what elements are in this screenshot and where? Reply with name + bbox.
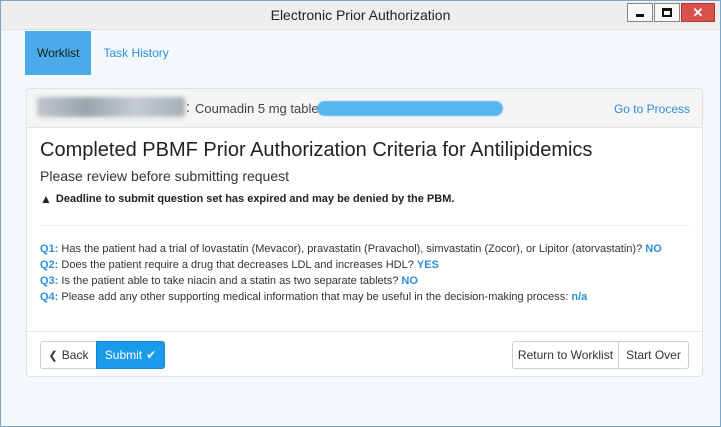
window-controls: ✕ bbox=[627, 3, 715, 22]
return-to-worklist-button[interactable]: Return to Worklist bbox=[512, 341, 619, 369]
question-list: Q1: Has the patient had a trial of lovas… bbox=[40, 241, 694, 305]
submit-label: Submit bbox=[104, 348, 143, 362]
close-icon: ✕ bbox=[692, 5, 704, 20]
question-text: Is the patient able to take niacin and a… bbox=[61, 275, 399, 287]
question-answer: NO bbox=[645, 243, 662, 255]
tab-worklist[interactable]: Worklist bbox=[25, 31, 92, 75]
question-item: Q2: Does the patient require a drug that… bbox=[40, 257, 694, 273]
chevron-left-icon: ❮ bbox=[48, 349, 58, 362]
question-item: Q4: Please add any other supporting medi… bbox=[40, 289, 694, 305]
question-number: Q3: bbox=[40, 275, 59, 287]
prescription-id-badge-redacted bbox=[317, 101, 503, 116]
warning-text: Deadline to submit question set has expi… bbox=[55, 193, 455, 205]
drug-name: Coumadin 5 mg tablet bbox=[195, 101, 323, 116]
question-answer: n/a bbox=[571, 291, 588, 303]
separator: : bbox=[186, 99, 191, 116]
question-text: Does the patient require a drug that dec… bbox=[61, 259, 414, 271]
question-number: Q4: bbox=[40, 291, 59, 303]
checkmark-icon: ✔ bbox=[146, 348, 157, 362]
question-number: Q2: bbox=[40, 259, 59, 271]
question-text: Please add any other supporting medical … bbox=[61, 291, 569, 303]
window-title: Electronic Prior Authorization bbox=[270, 7, 451, 23]
title-bar: Electronic Prior Authorization ✕ bbox=[1, 1, 720, 30]
maximize-icon bbox=[662, 8, 672, 17]
back-button[interactable]: ❮ Back bbox=[40, 341, 97, 369]
app-window: Electronic Prior Authorization ✕ Worklis… bbox=[0, 0, 721, 427]
tab-task-history[interactable]: Task History bbox=[91, 31, 180, 75]
question-number: Q1: bbox=[40, 243, 59, 255]
page-title: Completed PBMF Prior Authorization Crite… bbox=[40, 139, 593, 161]
question-answer: YES bbox=[416, 259, 439, 271]
review-panel: : Coumadin 5 mg tablet Go to Process Com… bbox=[26, 88, 703, 377]
minimize-icon bbox=[636, 14, 644, 17]
question-answer: NO bbox=[401, 275, 418, 287]
start-over-button[interactable]: Start Over bbox=[618, 341, 689, 369]
page-subtitle: Please review before submitting request bbox=[40, 168, 290, 184]
patient-name-redacted bbox=[37, 97, 185, 117]
back-label: Back bbox=[61, 348, 89, 362]
maximize-button[interactable] bbox=[654, 3, 680, 22]
warning-icon: ▲ bbox=[40, 192, 52, 206]
question-item: Q1: Has the patient had a trial of lovas… bbox=[40, 241, 694, 257]
close-button[interactable]: ✕ bbox=[681, 3, 715, 22]
question-item: Q3: Is the patient able to take niacin a… bbox=[40, 273, 694, 289]
divider bbox=[40, 225, 690, 226]
footer-divider bbox=[27, 331, 702, 332]
tab-bar: Worklist Task History bbox=[25, 31, 181, 75]
minimize-button[interactable] bbox=[627, 3, 653, 22]
submit-button[interactable]: Submit ✔ bbox=[96, 341, 165, 369]
question-text: Has the patient had a trial of lovastati… bbox=[61, 243, 643, 255]
deadline-warning: ▲ Deadline to submit question set has ex… bbox=[40, 192, 454, 206]
go-to-process-link[interactable]: Go to Process bbox=[614, 102, 690, 116]
panel-header: : Coumadin 5 mg tablet Go to Process bbox=[27, 89, 702, 128]
